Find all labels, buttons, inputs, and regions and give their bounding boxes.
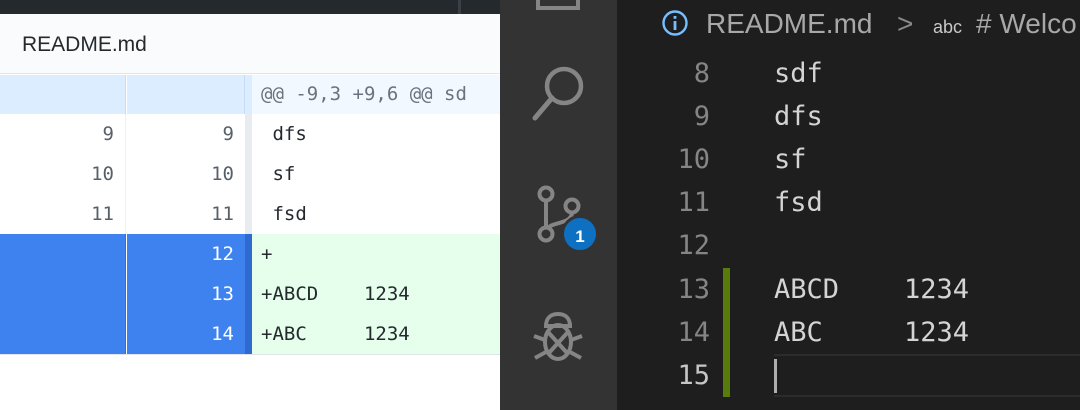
code-line: fsd xyxy=(261,203,307,225)
diff-table: @@ -9,3 +9,6 @@ sd 9 9 dfs 10 10 sf 11 1… xyxy=(0,75,500,354)
breadcrumb-file[interactable]: README.md xyxy=(706,8,872,40)
file-name-link[interactable]: README.md xyxy=(22,33,147,57)
old-line-number[interactable]: 11 xyxy=(0,194,126,234)
line-number: 12 xyxy=(677,230,710,261)
new-line-number[interactable]: 12 xyxy=(127,234,245,274)
new-line-number[interactable]: 14 xyxy=(127,314,245,354)
line-number: 10 xyxy=(677,144,710,175)
code-line: sf xyxy=(261,163,296,185)
top-toolbar xyxy=(0,0,500,14)
text-cursor xyxy=(774,359,777,393)
line-number: 13 xyxy=(677,274,710,305)
added-line-marker[interactable] xyxy=(723,311,730,354)
old-line-number[interactable] xyxy=(0,314,126,354)
code-area[interactable]: 8 sdf 9 dfs 10 sf 11 fsd 12 13 ABCD 1234… xyxy=(617,52,1080,410)
explorer-icon[interactable] xyxy=(522,0,594,20)
code-line: + xyxy=(252,234,500,274)
diff-row-context: 9 9 dfs xyxy=(0,114,500,154)
code-line: dfs xyxy=(261,123,307,145)
search-icon[interactable] xyxy=(522,58,594,130)
vscode-window: 1 README.md > abc # Welco 8 sdf 9 dfs 10… xyxy=(500,0,1080,410)
hunk-header-text: @@ -9,3 +9,6 @@ sd xyxy=(252,75,500,114)
code-line: +ABCD 1234 xyxy=(252,274,500,314)
breadcrumb-symbol[interactable]: # Welco xyxy=(976,8,1077,40)
breadcrumb-separator: > xyxy=(897,8,914,39)
diff-row-added: 12 + xyxy=(0,234,500,274)
line-number: 15 xyxy=(677,360,710,391)
line-number: 9 xyxy=(693,101,710,132)
new-line-number[interactable]: 9 xyxy=(127,114,245,154)
diff-row-added: 14 +ABC 1234 xyxy=(0,314,500,354)
old-line-number[interactable] xyxy=(0,234,126,274)
line-text: fsd xyxy=(774,187,823,218)
current-line-highlight xyxy=(774,354,1080,397)
hunk-header-row: @@ -9,3 +9,6 @@ sd xyxy=(0,75,500,114)
line-text: dfs xyxy=(774,101,823,132)
old-line-number[interactable]: 10 xyxy=(0,154,126,194)
old-line-number[interactable]: 9 xyxy=(0,114,126,154)
editor: README.md > abc # Welco 8 sdf 9 dfs 10 s… xyxy=(617,0,1080,410)
symbol-kind-icon: abc xyxy=(933,17,963,37)
line-text: sdf xyxy=(774,58,823,89)
new-line-number[interactable]: 13 xyxy=(127,274,245,314)
added-line-marker[interactable] xyxy=(723,268,730,311)
debug-icon[interactable] xyxy=(522,300,594,372)
line-number: 11 xyxy=(677,187,710,218)
line-number: 14 xyxy=(677,317,710,348)
editor-line[interactable]: 10 sf xyxy=(617,138,1080,181)
editor-line[interactable]: 9 dfs xyxy=(617,95,1080,138)
diff-row-context: 10 10 sf xyxy=(0,154,500,194)
editor-line[interactable]: 12 xyxy=(617,224,1080,267)
line-text: sf xyxy=(774,144,807,175)
code-line: +ABC 1234 xyxy=(252,314,500,354)
editor-line[interactable]: 8 sdf xyxy=(617,52,1080,95)
editor-line[interactable]: 11 fsd xyxy=(617,181,1080,224)
added-line-marker[interactable] xyxy=(723,354,730,397)
info-icon xyxy=(662,10,688,36)
editor-line-current[interactable]: 15 xyxy=(617,354,1080,397)
line-text: ABCD 1234 xyxy=(774,274,970,305)
diff-row-added: 13 +ABCD 1234 xyxy=(0,274,500,314)
line-text: ABC 1234 xyxy=(774,317,970,348)
file-header: README.md xyxy=(0,14,500,74)
activity-bar: 1 xyxy=(500,0,617,410)
expand-down-cell[interactable] xyxy=(127,75,245,114)
diff-footer xyxy=(0,354,500,410)
new-line-number[interactable]: 10 xyxy=(127,154,245,194)
breadcrumb: README.md > abc # Welco xyxy=(617,0,1080,52)
editor-line[interactable]: 13 ABCD 1234 xyxy=(617,268,1080,311)
expand-up-cell[interactable] xyxy=(0,75,126,114)
diff-row-context: 11 11 fsd xyxy=(0,194,500,234)
diff-view: README.md @@ -9,3 +9,6 @@ sd 9 9 dfs 10 … xyxy=(0,0,500,410)
line-number: 8 xyxy=(693,58,710,89)
new-line-number[interactable]: 11 xyxy=(127,194,245,234)
source-control-badge: 1 xyxy=(561,215,599,253)
old-line-number[interactable] xyxy=(0,274,126,314)
editor-line[interactable]: 14 ABC 1234 xyxy=(617,311,1080,354)
